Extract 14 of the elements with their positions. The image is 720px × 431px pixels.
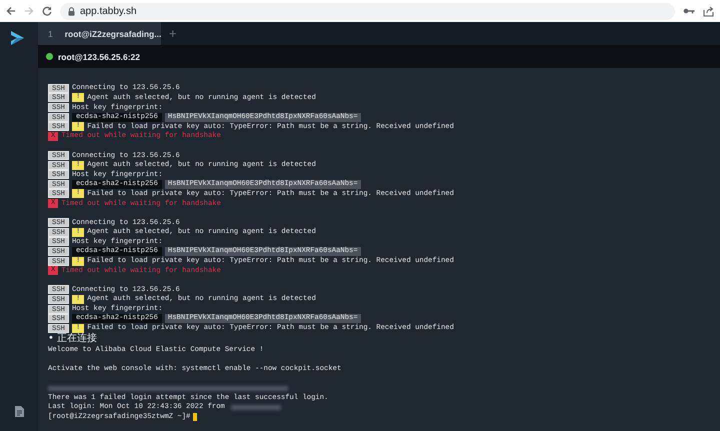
lock-icon [68, 6, 75, 16]
tab-title: root@iZ2zegrsafading... [64, 28, 162, 38]
terminal-tab[interactable]: 1 root@iZ2zegrsafading... [38, 22, 161, 45]
address-bar[interactable]: app.tabby.sh [60, 2, 675, 20]
new-tab-button[interactable]: + [161, 22, 185, 45]
tab-number: 1 [48, 28, 53, 38]
share-icon[interactable] [703, 6, 714, 16]
key-icon[interactable] [683, 7, 695, 15]
file-icon[interactable] [14, 406, 24, 417]
back-icon[interactable] [6, 6, 16, 16]
reload-icon[interactable] [42, 6, 52, 16]
status-text: • 正在连接 [48, 334, 98, 344]
blurred-text [230, 404, 281, 410]
host-label: root@123.56.25.6:22 [58, 52, 140, 62]
